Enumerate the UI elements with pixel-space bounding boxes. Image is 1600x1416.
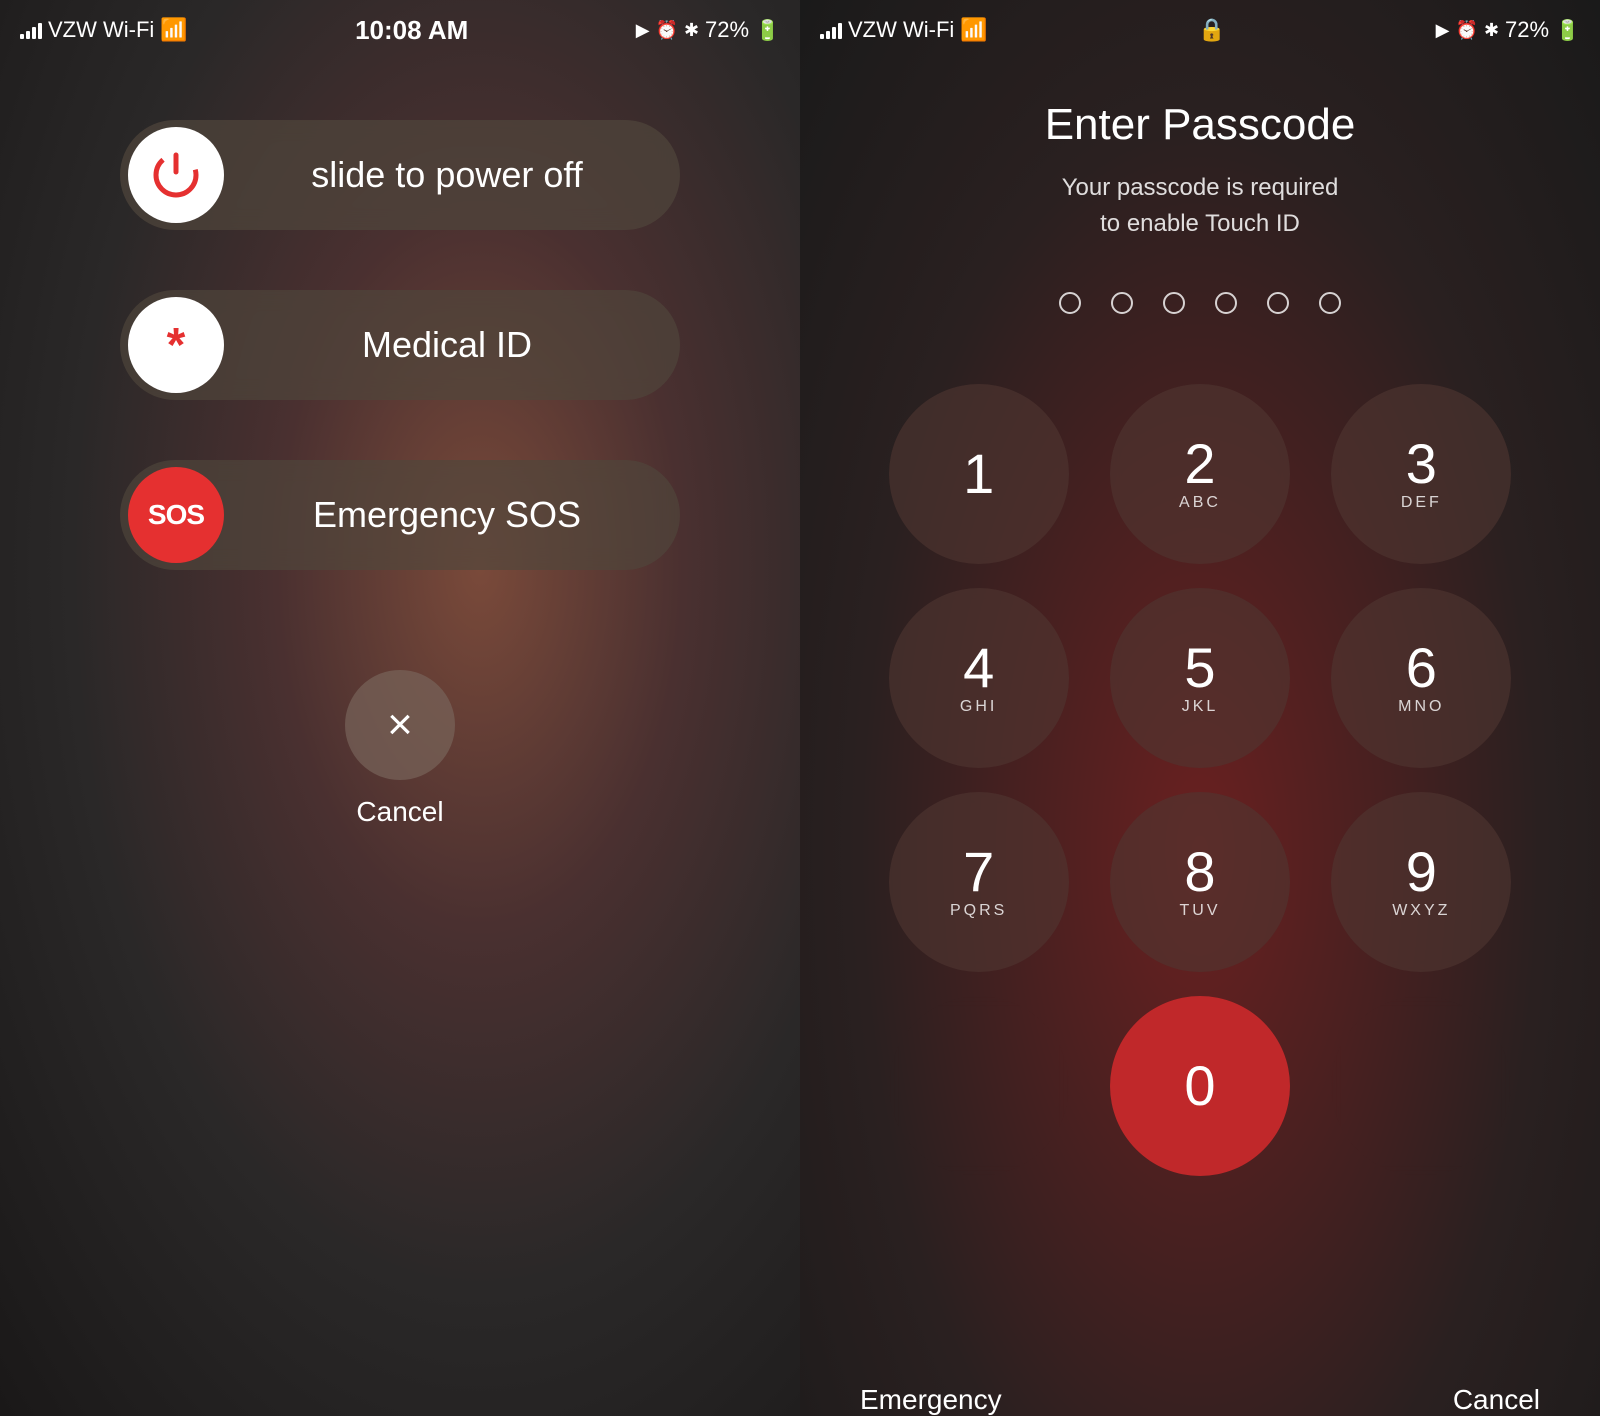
- right-panel: VZW Wi-Fi 📶 🔒 ▶ ⏰ ✱ 72% 🔋 Enter Passcode…: [800, 0, 1600, 1416]
- cancel-label: Cancel: [356, 796, 443, 828]
- cancel-button[interactable]: × Cancel: [345, 670, 455, 828]
- status-right-left: ▶ ⏰ ✱ 72% 🔋: [636, 17, 780, 43]
- key-button-8[interactable]: 8 TUV: [1110, 792, 1290, 972]
- passcode-dot-4: [1215, 292, 1237, 314]
- emergency-button[interactable]: Emergency: [860, 1384, 1002, 1416]
- key-button-7[interactable]: 7 PQRS: [889, 792, 1069, 972]
- lock-icon: 🔒: [1198, 17, 1225, 43]
- passcode-subtitle: Your passcode is requiredto enable Touch…: [1062, 170, 1339, 242]
- key-letters-7: PQRS: [950, 902, 1007, 920]
- passcode-dots: [1059, 292, 1341, 314]
- wifi-icon-left: 📶: [160, 17, 187, 43]
- key-letters-6: MNO: [1398, 698, 1444, 716]
- battery-right: 72%: [1505, 17, 1549, 43]
- status-left-right: VZW Wi-Fi 📶: [820, 17, 988, 43]
- key-number-1: 1: [963, 446, 994, 502]
- key-letters-9: WXYZ: [1392, 902, 1450, 920]
- left-panel: VZW Wi-Fi 📶 10:08 AM ▶ ⏰ ✱ 72% 🔋 s: [0, 0, 800, 1416]
- key-letters-4: GHI: [960, 698, 997, 716]
- key-letters-8: TUV: [1179, 902, 1220, 920]
- location-icon-right: ▶: [1436, 20, 1450, 41]
- status-right-right: ▶ ⏰ ✱ 72% 🔋: [1436, 17, 1580, 43]
- medical-icon: *: [128, 297, 224, 393]
- passcode-dot-1: [1059, 292, 1081, 314]
- medical-id-button[interactable]: * Medical ID: [120, 290, 680, 400]
- cancel-circle: ×: [345, 670, 455, 780]
- signal-bars-right: [820, 21, 842, 39]
- battery-icon-right: 🔋: [1555, 18, 1580, 43]
- key-button-3[interactable]: 3 DEF: [1331, 384, 1511, 564]
- key-number-0: 0: [1184, 1058, 1215, 1114]
- passcode-title: Enter Passcode: [1045, 100, 1356, 150]
- bottom-actions: Emergency Cancel: [800, 1344, 1600, 1416]
- passcode-dot-6: [1319, 292, 1341, 314]
- key-button-empty-9: [889, 996, 1069, 1176]
- location-icon-left: ▶: [636, 20, 650, 41]
- key-button-2[interactable]: 2 ABC: [1110, 384, 1290, 564]
- bluetooth-icon-right: ✱: [1484, 20, 1499, 41]
- alarm-icon-left: ⏰: [656, 20, 678, 41]
- power-icon: [128, 127, 224, 223]
- alarm-icon-right: ⏰: [1456, 20, 1478, 41]
- key-number-3: 3: [1406, 436, 1437, 492]
- battery-icon-left: 🔋: [755, 18, 780, 43]
- key-button-9[interactable]: 9 WXYZ: [1331, 792, 1511, 972]
- status-bar-left: VZW Wi-Fi 📶 10:08 AM ▶ ⏰ ✱ 72% 🔋: [0, 0, 800, 60]
- sos-icon: SOS: [128, 467, 224, 563]
- carrier-left: VZW Wi-Fi: [48, 17, 154, 43]
- passcode-dot-2: [1111, 292, 1133, 314]
- cancel-passcode-button[interactable]: Cancel: [1453, 1384, 1540, 1416]
- battery-left: 72%: [705, 17, 749, 43]
- emergency-sos-label: Emergency SOS: [224, 494, 680, 536]
- key-button-5[interactable]: 5 JKL: [1110, 588, 1290, 768]
- slide-to-power-off-button[interactable]: slide to power off: [120, 120, 680, 230]
- key-number-7: 7: [963, 844, 994, 900]
- key-number-9: 9: [1406, 844, 1437, 900]
- left-content: slide to power off * Medical ID SOS Emer…: [0, 60, 800, 1416]
- bluetooth-icon-left: ✱: [684, 20, 699, 41]
- key-number-8: 8: [1184, 844, 1215, 900]
- key-number-4: 4: [963, 640, 994, 696]
- key-button-empty-11: [1331, 996, 1511, 1176]
- keypad: 1 2 ABC 3 DEF 4 GHI 5 JKL 6 MNO 7 PQRS 8 TUV 9 WXYZ 0: [860, 384, 1540, 1176]
- medical-id-label: Medical ID: [224, 324, 680, 366]
- right-content: Enter Passcode Your passcode is required…: [800, 60, 1600, 1416]
- key-letters-2: ABC: [1179, 494, 1221, 512]
- key-letters-3: DEF: [1401, 494, 1442, 512]
- wifi-icon-right: 📶: [960, 17, 987, 43]
- carrier-right: VZW Wi-Fi: [848, 17, 954, 43]
- key-number-6: 6: [1406, 640, 1437, 696]
- key-letters-5: JKL: [1182, 698, 1219, 716]
- key-button-4[interactable]: 4 GHI: [889, 588, 1069, 768]
- status-bar-right: VZW Wi-Fi 📶 🔒 ▶ ⏰ ✱ 72% 🔋: [800, 0, 1600, 60]
- passcode-dot-5: [1267, 292, 1289, 314]
- cancel-x-icon: ×: [387, 703, 413, 747]
- key-button-6[interactable]: 6 MNO: [1331, 588, 1511, 768]
- key-number-2: 2: [1184, 436, 1215, 492]
- signal-bars-left: [20, 21, 42, 39]
- key-number-5: 5: [1184, 640, 1215, 696]
- passcode-dot-3: [1163, 292, 1185, 314]
- emergency-sos-button[interactable]: SOS Emergency SOS: [120, 460, 680, 570]
- status-left: VZW Wi-Fi 📶: [20, 17, 188, 43]
- time-left: 10:08 AM: [355, 15, 468, 46]
- key-button-0[interactable]: 0: [1110, 996, 1290, 1176]
- slide-to-power-off-label: slide to power off: [224, 154, 680, 196]
- key-button-1[interactable]: 1: [889, 384, 1069, 564]
